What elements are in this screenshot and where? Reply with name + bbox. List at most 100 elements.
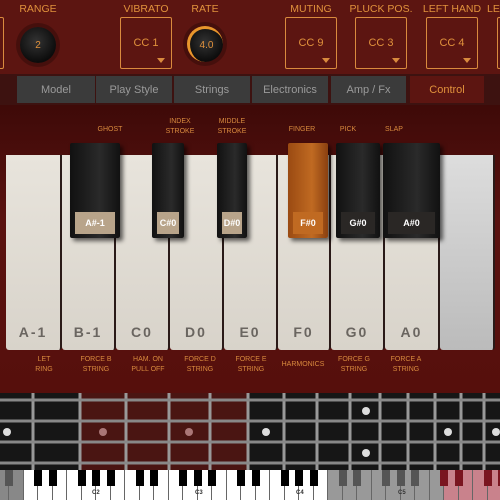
piano-black-key[interactable] xyxy=(353,470,362,486)
fret-marker xyxy=(444,428,452,436)
tab-control[interactable]: Control xyxy=(410,76,484,103)
articulation-label: HAM. ON PULL OFF xyxy=(131,356,165,373)
piano-black-key[interactable] xyxy=(295,470,304,486)
piano-black-key[interactable] xyxy=(135,470,144,486)
fretboard[interactable] xyxy=(0,393,500,470)
piano-black-key[interactable] xyxy=(193,470,202,486)
fret-marker xyxy=(362,407,370,415)
piano-black-key[interactable] xyxy=(179,470,188,486)
fret xyxy=(31,393,35,470)
fret xyxy=(208,393,212,470)
tab-amp-fx[interactable]: Amp / Fx xyxy=(331,76,406,103)
range-knob[interactable]: 2 xyxy=(20,27,56,63)
black-key[interactable]: G#0 xyxy=(336,143,380,238)
left-hand-dropdown[interactable]: CC 4 xyxy=(426,17,478,69)
fret xyxy=(378,393,382,470)
white-key-disabled xyxy=(440,155,495,350)
octave-label: C4 xyxy=(296,490,304,496)
tab-play-style[interactable]: Play Style xyxy=(96,76,172,103)
pluck-pos-dropdown[interactable]: CC 3 xyxy=(355,17,407,69)
black-key-label: F#0 xyxy=(293,212,323,234)
piano-black-key[interactable] xyxy=(77,470,86,486)
piano-black-key[interactable] xyxy=(280,470,289,486)
vibrato-dropdown[interactable]: CC 1 xyxy=(120,17,172,69)
piano-black-key[interactable] xyxy=(34,470,43,486)
muting-dropdown[interactable]: CC 9 xyxy=(285,17,337,69)
tab-model[interactable]: Model xyxy=(17,76,95,103)
articulation-label: FORCE A STRING xyxy=(390,356,422,373)
left-hand-value: CC 4 xyxy=(439,37,465,49)
muting-label: MUTING xyxy=(290,3,332,15)
black-key[interactable]: D#0 xyxy=(217,143,247,238)
black-key[interactable]: C#0 xyxy=(152,143,184,238)
white-key[interactable]: A-1 xyxy=(6,155,62,350)
black-key[interactable]: F#0 xyxy=(288,143,328,238)
pluck-pos-value: CC 3 xyxy=(368,37,394,49)
string xyxy=(0,440,500,444)
fret xyxy=(78,393,82,470)
range-label: RANGE xyxy=(19,3,57,15)
piano-black-key[interactable] xyxy=(396,470,405,486)
muting-value: CC 9 xyxy=(298,37,324,49)
vibrato-value: CC 1 xyxy=(133,37,159,49)
piano-black-key[interactable] xyxy=(440,470,449,486)
black-key-label: A#0 xyxy=(388,212,435,234)
fret xyxy=(406,393,410,470)
fret xyxy=(282,393,286,470)
piano-black-key[interactable] xyxy=(454,470,463,486)
piano-keyboard[interactable]: C2 C3 C4 C5 xyxy=(0,470,500,500)
piano-black-key[interactable] xyxy=(106,470,115,486)
octave-label: C3 xyxy=(195,490,203,496)
black-key[interactable]: A#-1 xyxy=(70,143,120,238)
piano-black-key[interactable] xyxy=(338,470,347,486)
piano-black-key[interactable] xyxy=(92,470,101,486)
tab-strings[interactable]: Strings xyxy=(174,76,250,103)
string xyxy=(0,419,500,423)
fret xyxy=(246,393,250,470)
fret xyxy=(167,393,171,470)
rate-label: RATE xyxy=(191,3,219,15)
partial-label: LE xyxy=(487,3,500,15)
octave-label: C5 xyxy=(398,490,406,496)
piano-black-key[interactable] xyxy=(150,470,159,486)
tab-bar: Model Play Style Strings Electronics Amp… xyxy=(0,74,500,105)
white-key-label: D0 xyxy=(185,324,207,340)
dropdown-arrow-icon xyxy=(322,58,330,63)
articulation-label: FORCE E STRING xyxy=(235,356,267,373)
fret-marker xyxy=(362,449,370,457)
black-key[interactable]: A#0 xyxy=(383,143,440,238)
fret xyxy=(315,393,319,470)
black-key-label: D#0 xyxy=(222,212,242,234)
articulation-label: LET RING xyxy=(35,356,53,373)
fret-marker xyxy=(185,428,193,436)
dropdown-arrow-icon xyxy=(463,58,471,63)
dropdown-arrow-icon xyxy=(392,58,400,63)
piano-black-key[interactable] xyxy=(309,470,318,486)
fret-marker xyxy=(99,428,107,436)
controls-bar: RANGE 2 VIBRATO CC 1 RATE 4.0 MUTING CC … xyxy=(0,0,500,74)
white-key-label: C0 xyxy=(131,324,153,340)
string xyxy=(0,461,500,465)
rate-knob[interactable]: 4.0 xyxy=(187,26,223,62)
fret xyxy=(459,393,463,470)
piano-black-key[interactable] xyxy=(237,470,246,486)
fret-marker xyxy=(3,428,11,436)
articulation-label: MIDDLE STROKE xyxy=(217,118,247,135)
piano-black-key[interactable] xyxy=(208,470,217,486)
fret-marker xyxy=(262,428,270,436)
string xyxy=(0,398,500,402)
piano-black-key[interactable] xyxy=(411,470,420,486)
partial-dropdown[interactable] xyxy=(0,17,4,69)
tab-electronics[interactable]: Electronics xyxy=(252,76,328,103)
piano-black-key[interactable] xyxy=(5,470,14,486)
articulation-label: FORCE B STRING xyxy=(80,356,112,373)
white-key-label: A0 xyxy=(400,324,423,340)
piano-black-key[interactable] xyxy=(251,470,260,486)
piano-black-key[interactable] xyxy=(48,470,57,486)
piano-black-key[interactable] xyxy=(483,470,492,486)
white-key-label: F0 xyxy=(293,324,314,340)
piano-black-key[interactable] xyxy=(382,470,391,486)
fretboard-graphic xyxy=(0,393,500,470)
fret-marker xyxy=(492,428,500,436)
fret xyxy=(124,393,128,470)
